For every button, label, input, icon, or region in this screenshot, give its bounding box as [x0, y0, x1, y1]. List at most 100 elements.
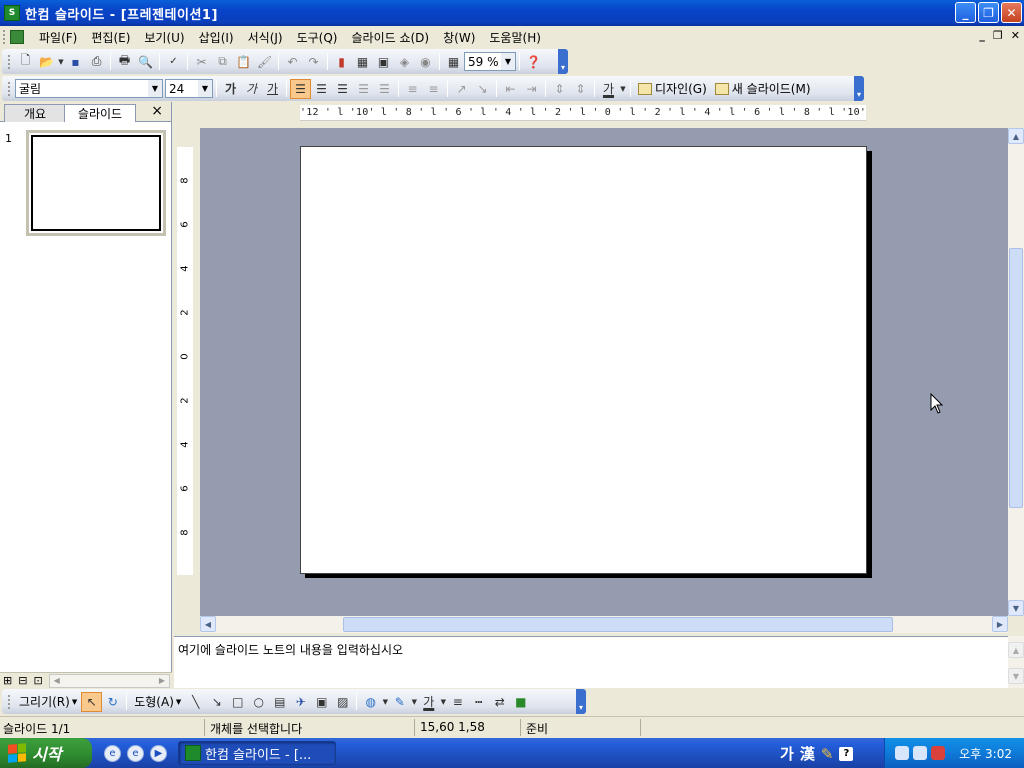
draw-menu-button[interactable]: 그리기(R) ▼: [15, 693, 81, 710]
free-rotate-icon[interactable]: ↻: [102, 692, 123, 712]
redo-icon[interactable]: ↷: [303, 52, 324, 72]
line-tool-icon[interactable]: ╲: [185, 692, 206, 712]
lang-hanja[interactable]: 漢: [800, 743, 815, 764]
doc-restore-button[interactable]: ❐: [993, 29, 1003, 42]
fill-color-icon[interactable]: ◍: [360, 692, 381, 712]
insert-clipart-icon[interactable]: ◈: [394, 52, 415, 72]
doc-minimize-button[interactable]: _: [979, 29, 985, 42]
decrease-indent-icon[interactable]: ⇤: [500, 79, 521, 99]
line-color-icon[interactable]: ✎: [389, 692, 410, 712]
menubar-grip[interactable]: [3, 30, 6, 44]
insert-table-icon[interactable]: ▦: [352, 52, 373, 72]
toolbar-grip[interactable]: [8, 54, 11, 69]
menu-view[interactable]: 보기(U): [137, 29, 191, 46]
normal-view-icon[interactable]: ⊞: [3, 674, 12, 687]
doc-close-button[interactable]: ✕: [1011, 29, 1020, 42]
bold-button[interactable]: 가: [220, 79, 241, 99]
chevron-down-icon[interactable]: ▼: [501, 53, 515, 70]
underline-button[interactable]: 가: [262, 79, 283, 99]
line-style-icon[interactable]: ≡: [447, 692, 468, 712]
arrow-style-icon[interactable]: ⇄: [489, 692, 510, 712]
line-spacing-up-icon[interactable]: ⇕: [549, 79, 570, 99]
autoshape-menu-button[interactable]: 도형(A) ▼: [130, 693, 185, 710]
language-bar[interactable]: 가 漢 ✎ ?: [780, 743, 854, 764]
toolbar-grip[interactable]: [8, 81, 11, 96]
bulleted-list-icon[interactable]: ≡: [423, 79, 444, 99]
paste-icon[interactable]: 📋: [233, 52, 254, 72]
insert-picture-icon[interactable]: ▣: [373, 52, 394, 72]
arrow-tool-icon[interactable]: ↘: [206, 692, 227, 712]
scroll-left-icon[interactable]: ◀: [200, 616, 216, 632]
wordart-tool-icon[interactable]: ✈: [290, 692, 311, 712]
volume-icon[interactable]: [913, 746, 927, 760]
save-icon[interactable]: ▪: [65, 52, 86, 72]
slide-canvas[interactable]: [300, 146, 867, 574]
decrease-font-icon[interactable]: ↘: [472, 79, 493, 99]
close-icon[interactable]: ×: [151, 103, 163, 119]
copy-icon[interactable]: ⧉: [212, 52, 233, 72]
slideshow-view-icon[interactable]: ⊡: [33, 674, 42, 687]
align-distribute-icon[interactable]: ☰: [374, 79, 395, 99]
notes-scrollbar[interactable]: ▲ ▼: [1008, 636, 1024, 688]
scroll-up-icon[interactable]: ▲: [1008, 128, 1024, 144]
insert-object-icon[interactable]: ◉: [415, 52, 436, 72]
help-icon[interactable]: ?: [839, 746, 854, 761]
insert-chart-icon[interactable]: ▮: [331, 52, 352, 72]
toolbar-grip[interactable]: [8, 694, 11, 709]
scroll-right-icon[interactable]: ▶: [155, 675, 169, 687]
scroll-down-icon[interactable]: ▼: [1008, 668, 1024, 684]
scroll-right-icon[interactable]: ▶: [992, 616, 1008, 632]
picture-tool-icon[interactable]: ▨: [332, 692, 353, 712]
align-right-icon[interactable]: ☰: [332, 79, 353, 99]
increase-indent-icon[interactable]: ⇥: [521, 79, 542, 99]
menu-help[interactable]: 도움말(H): [482, 29, 548, 46]
font-size-select[interactable]: 24 ▼: [165, 79, 213, 98]
notes-field[interactable]: 여기에 슬라이드 노트의 내용을 입력하십시오: [174, 636, 1008, 688]
taskbar-app-button[interactable]: 한컴 슬라이드 - [...: [178, 741, 336, 765]
undo-icon[interactable]: ↶: [282, 52, 303, 72]
menu-tools[interactable]: 도구(Q): [290, 29, 345, 46]
network-icon[interactable]: [895, 746, 909, 760]
increase-font-icon[interactable]: ↗: [451, 79, 472, 99]
print-preview-icon[interactable]: 🔍: [135, 52, 156, 72]
menu-window[interactable]: 창(W): [436, 29, 482, 46]
save-as-icon[interactable]: ⎙: [86, 52, 107, 72]
new-document-icon[interactable]: 🗋: [15, 52, 36, 72]
dropdown-arrow-icon[interactable]: ▼: [57, 52, 65, 72]
ellipse-tool-icon[interactable]: ○: [248, 692, 269, 712]
close-button[interactable]: ✕: [1001, 2, 1022, 23]
minimize-button[interactable]: _: [955, 2, 976, 23]
ie-icon[interactable]: e: [104, 745, 121, 762]
vertical-scroll-thumb[interactable]: [1009, 248, 1023, 508]
slide-sorter-view-icon[interactable]: ⊟: [18, 674, 27, 687]
tab-outline[interactable]: 개요: [4, 104, 66, 122]
vertical-scrollbar[interactable]: ▲ ▼: [1008, 128, 1024, 616]
font-color-button[interactable]: 가: [418, 692, 439, 712]
dropdown-arrow-icon[interactable]: ▼: [381, 692, 389, 712]
restore-button[interactable]: ❐: [978, 2, 999, 23]
dash-style-icon[interactable]: ┅: [468, 692, 489, 712]
toolbar-options-icon[interactable]: ▾: [558, 49, 568, 74]
format-painter-icon[interactable]: 🖌: [254, 52, 275, 72]
horizontal-scrollbar[interactable]: ◀ ▶: [200, 616, 1008, 633]
spell-check-icon[interactable]: ✓: [163, 52, 184, 72]
shadow-style-icon[interactable]: ■: [510, 692, 531, 712]
design-button[interactable]: 디자인(G): [634, 80, 711, 97]
scroll-left-icon[interactable]: ◀: [50, 675, 64, 687]
zoom-select[interactable]: 59 % ▼: [464, 52, 516, 71]
line-spacing-down-icon[interactable]: ⇕: [570, 79, 591, 99]
document-icon[interactable]: [10, 30, 24, 44]
align-center-icon[interactable]: ☰: [311, 79, 332, 99]
help-icon[interactable]: ❓: [523, 52, 544, 72]
print-icon[interactable]: 🖶: [114, 52, 135, 72]
panel-horizontal-scrollbar[interactable]: ◀ ▶: [48, 673, 170, 688]
dropdown-arrow-icon[interactable]: ▼: [410, 692, 418, 712]
menu-format[interactable]: 서식(J): [241, 29, 290, 46]
chevron-down-icon[interactable]: ▼: [198, 80, 212, 97]
start-button[interactable]: 시작: [0, 738, 92, 768]
align-left-icon[interactable]: ☰: [290, 78, 311, 99]
font-name-select[interactable]: 굴림 ▼: [15, 79, 163, 98]
ime-pad-icon[interactable]: ✎: [821, 745, 834, 763]
new-slide-button[interactable]: 새 슬라이드(M): [711, 80, 815, 97]
align-justify-icon[interactable]: ☰: [353, 79, 374, 99]
